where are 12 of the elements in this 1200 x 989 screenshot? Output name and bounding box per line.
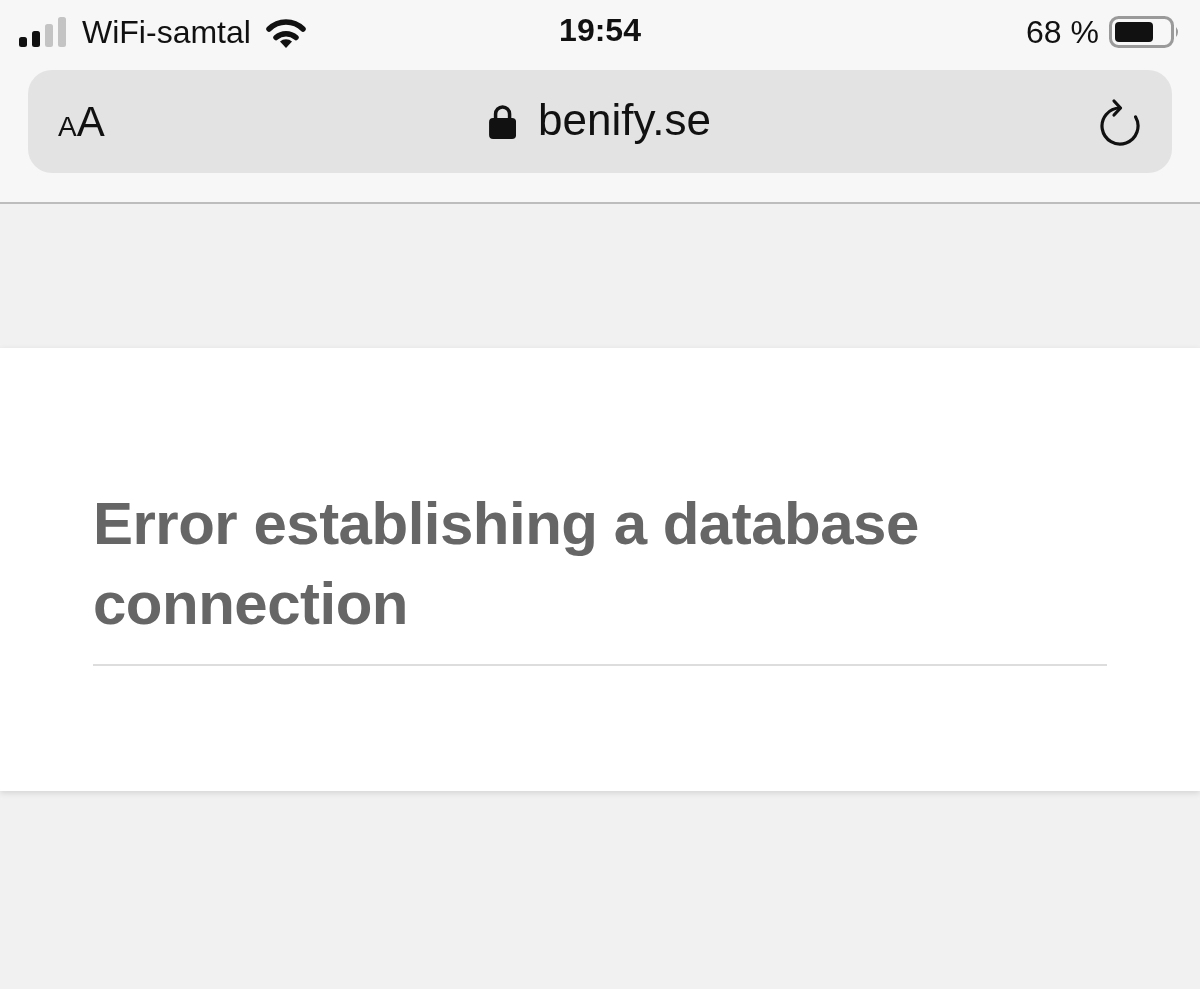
clock-time: 19:54 [559, 14, 641, 46]
battery-icon [1109, 16, 1181, 48]
carrier-name: WiFi-samtal [82, 16, 251, 48]
signal-icon [19, 17, 69, 47]
address-bar[interactable]: AA benify.se [28, 70, 1172, 173]
battery-percentage: 68 % [1026, 16, 1099, 48]
lock-icon [489, 104, 517, 139]
url-text[interactable]: benify.se [538, 97, 711, 146]
error-heading: Error establishing a database connection [93, 484, 1107, 666]
wifi-icon [264, 16, 307, 48]
reload-icon[interactable] [1098, 97, 1142, 146]
text-size-button[interactable]: AA [58, 100, 105, 143]
